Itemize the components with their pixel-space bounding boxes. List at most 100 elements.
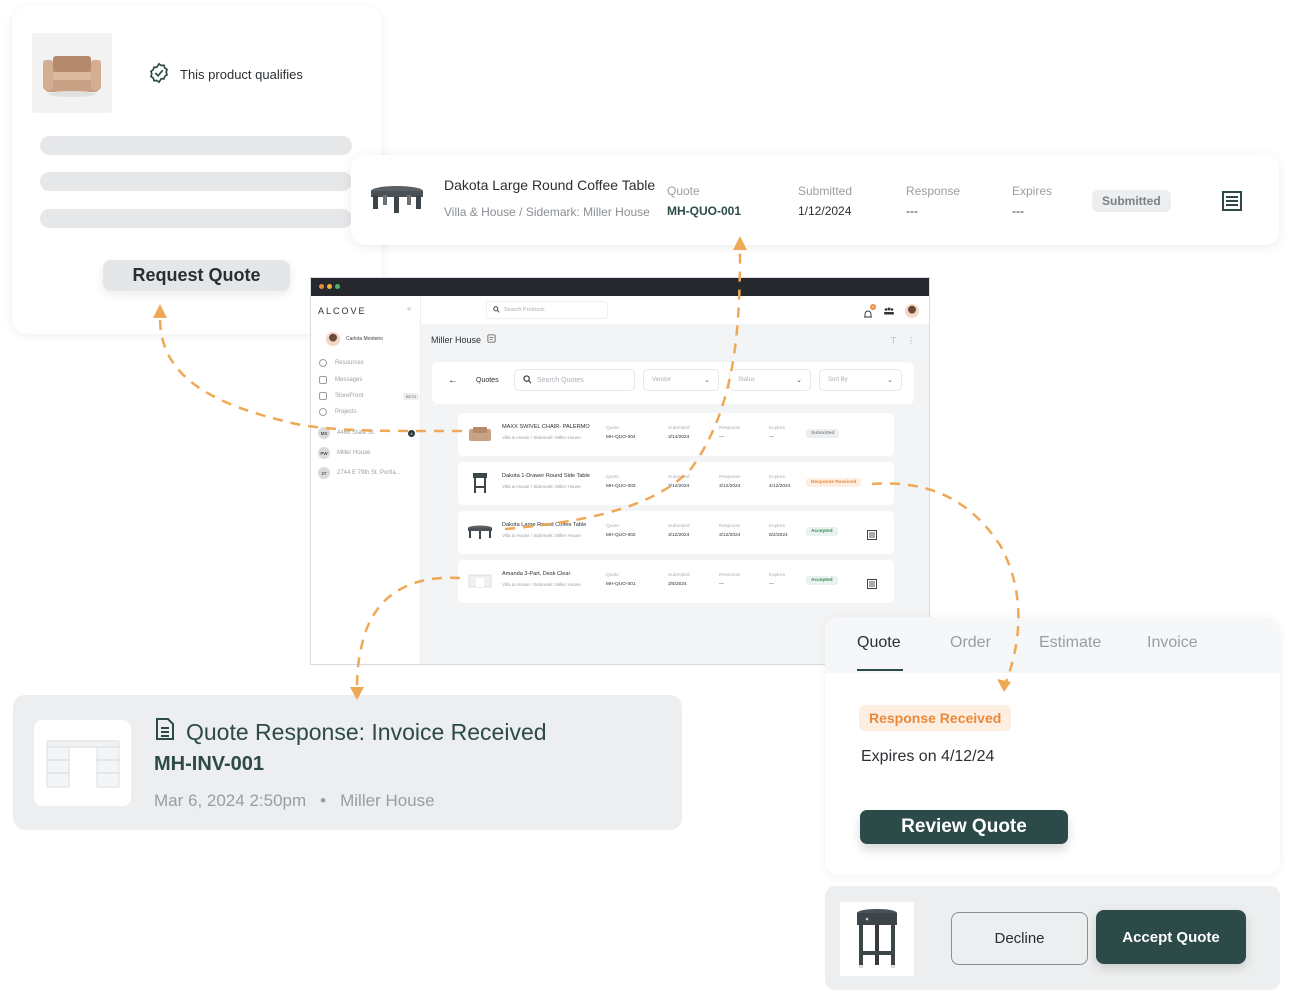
document-icon[interactable] [1222,191,1242,216]
search-quotes-input[interactable]: Search Quotes [514,369,635,391]
status-badge: Accepted [806,576,838,585]
notification-project: Miller House [340,791,435,810]
qualify-text: This product qualifies [180,67,303,82]
decline-button[interactable]: Decline [951,912,1088,965]
quote-detail-card: Quote Order Estimate Invoice Response Re… [825,617,1280,875]
document-icon [154,717,176,747]
project-avatar: 27 [318,467,330,479]
separator-dot: • [320,791,327,810]
status-badge: Response Received [859,705,1012,731]
user-profile[interactable]: Carlota Monteiro [326,332,383,346]
quotes-filter-bar: ← Quotes Search Quotes Vendor ⌄ Status ⌄ S… [432,362,914,404]
play-circle-icon [319,359,327,367]
status-badge: Response Received [806,478,862,487]
search-icon [523,374,532,386]
side-table-image [466,472,494,494]
coffee-table-image [369,179,425,219]
user-avatar [326,332,340,346]
project-avatar: MS [318,427,330,439]
main-content: Search Products 11 Miller House ⊤ ⋮ ← Qu… [421,296,929,664]
page-title: Miller House [431,334,496,345]
quote-row[interactable]: Dakota 1-Drawer Round Side Table Villa &… [458,462,894,505]
document-tabs: Quote Order Estimate Invoice [825,617,1280,673]
skeleton-line [40,136,352,155]
count-badge: 4 [408,429,415,437]
quote-row[interactable]: Dakota Large Round Coffee Table Villa & … [458,511,894,554]
back-arrow-icon[interactable]: ← [448,375,458,386]
team-icon[interactable] [883,302,895,320]
white-desk-image [466,570,494,592]
palette-icon [319,408,327,416]
sort-by-select[interactable]: Sort By ⌄ [819,369,902,391]
side-table-image [840,902,914,976]
invoice-notification-card[interactable]: Quote Response: Invoice Received MH-INV-… [13,695,682,830]
sidebar-item-projects[interactable]: Projects [319,408,419,416]
window-minimize-dot[interactable] [327,284,332,289]
store-icon [319,392,327,400]
expires-column: Expires --- [1012,184,1053,218]
expiry-text: Expires on 4/12/24 [861,748,995,765]
review-quote-button[interactable]: Review Quote [860,810,1068,844]
collapse-sidebar-icon[interactable]: « [407,304,411,313]
document-icon[interactable] [867,527,877,545]
notes-icon[interactable] [487,334,496,345]
quotes-heading: Quotes [476,377,499,384]
submitted-column: Submitted 1/12/2024 [798,184,853,218]
top-bar: Search Products 11 [421,296,929,324]
document-icon[interactable] [867,576,877,594]
tab-invoice[interactable]: Invoice [1147,634,1198,652]
project-item[interactable]: PW Miller House [318,447,418,459]
window-maximize-dot[interactable] [335,284,340,289]
sidebar: ALCOVE « Carlota Monteiro Resources Mess… [311,296,421,664]
status-badge: Submitted [806,429,840,438]
status-badge: Submitted [1092,190,1171,212]
window-titlebar [311,278,929,296]
notification-datetime: Mar 6, 2024 2:50pm [154,791,307,810]
brand-logo: ALCOVE [318,306,367,316]
accept-quote-button[interactable]: Accept Quote [1096,910,1246,964]
skeleton-line [40,172,352,191]
user-avatar-top[interactable] [905,304,919,318]
sidebar-item-resources[interactable]: Resources [319,359,419,367]
project-item[interactable]: MS 4466 State St. 4 [318,427,418,439]
product-vendor-sidemark: Villa & House / Sidemark: Miller House [444,205,650,219]
tab-quote[interactable]: Quote [857,634,901,652]
armchair-image [32,33,112,113]
quote-summary-card[interactable]: Dakota Large Round Coffee Table Villa & … [351,155,1279,245]
notifications-bell-icon[interactable]: 11 [863,304,876,318]
coffee-table-image [466,521,494,543]
white-desk-image [34,720,131,806]
status-badge: Accepted [806,527,838,536]
quote-actions-card: Decline Accept Quote [825,886,1280,990]
response-column: Response --- [906,184,961,218]
status-filter-select[interactable]: Status ⌄ [729,369,811,391]
invoice-number: MH-INV-001 [154,753,265,775]
request-quote-button[interactable]: Request Quote [103,260,290,291]
chevron-down-icon: ⌄ [796,377,802,384]
notification-count: 11 [870,304,876,310]
verified-badge-icon [148,62,170,87]
project-avatar: PW [318,447,330,459]
notification-meta: Mar 6, 2024 2:50pm • Miller House [154,791,435,811]
user-name: Carlota Monteiro [346,336,383,342]
tab-order[interactable]: Order [950,634,991,652]
sidebar-item-storefront[interactable]: StoreFront BETA [319,392,419,400]
active-tab-indicator [857,669,903,671]
alcove-app-window: ALCOVE « Carlota Monteiro Resources Mess… [310,277,930,665]
beta-badge: BETA [402,392,419,400]
sidebar-item-messages[interactable]: Messages [319,376,419,384]
skeleton-line [40,209,352,228]
chevron-down-icon: ⌄ [704,377,710,384]
project-item[interactable]: 27 2744 E 79th St. Portla... [318,467,418,479]
notification-title: Quote Response: Invoice Received [154,717,547,747]
vendor-filter-select[interactable]: Vendor ⌄ [643,369,719,391]
quote-row[interactable]: MAXX SWIVEL CHAIR- PALERMO Villa & House… [458,413,894,456]
swivel-chair-image [466,423,494,445]
window-close-dot[interactable] [319,284,324,289]
chevron-down-icon: ⌄ [887,377,893,384]
search-products-input[interactable]: Search Products [486,301,608,319]
tab-estimate[interactable]: Estimate [1039,634,1101,652]
more-options-icon[interactable]: ⋮ [907,336,915,345]
quote-row[interactable]: Amanda 3-Part, Desk Clear Villa & House … [458,560,894,603]
pin-icon[interactable]: ⊤ [890,336,897,345]
